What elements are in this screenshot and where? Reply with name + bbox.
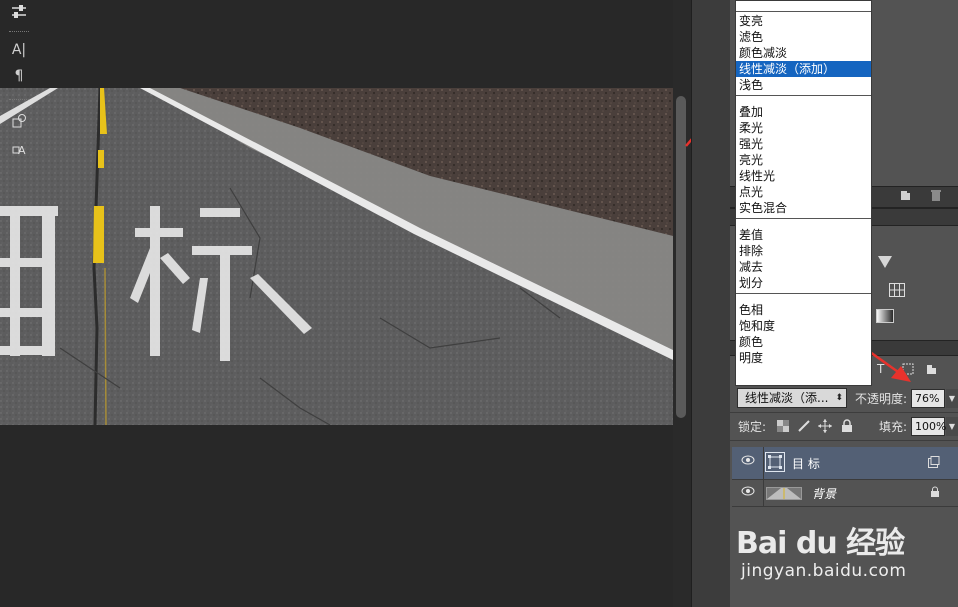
text-layer-thumbnail-icon[interactable]: [765, 452, 785, 472]
opacity-label: 不透明度:: [855, 392, 908, 406]
brush-icon[interactable]: [797, 419, 811, 436]
blend-option-screen[interactable]: 滤色: [736, 29, 871, 45]
layer-row-background[interactable]: 背景: [732, 480, 958, 507]
road-image: [0, 88, 673, 425]
smart-object-badge-icon: [928, 456, 940, 471]
blend-option-hue[interactable]: 色相: [736, 302, 871, 318]
layer-row-text[interactable]: 目 标: [732, 447, 958, 480]
opacity-dropdown-arrow-icon[interactable]: ▼: [946, 389, 958, 408]
blend-option-color[interactable]: 颜色: [736, 334, 871, 350]
blend-mode-select[interactable]: 线性减淡（添... ⬍: [737, 388, 847, 408]
divider: [730, 412, 958, 413]
blend-option-divide[interactable]: 划分: [736, 275, 871, 291]
lock-icon[interactable]: [841, 419, 853, 436]
updown-arrow-icon: ⬍: [835, 393, 843, 403]
lock-icon: [930, 486, 940, 501]
fill-dropdown-arrow-icon[interactable]: ▼: [946, 417, 958, 436]
grid-icon[interactable]: [889, 283, 905, 300]
layer-name: 背景: [812, 487, 837, 501]
blend-option-color-dodge[interactable]: 颜色减淡: [736, 45, 871, 61]
divider: [763, 480, 764, 506]
blend-option-exclusion[interactable]: 排除: [736, 243, 871, 259]
blend-option-hard-mix[interactable]: 实色混合: [736, 200, 871, 216]
blend-option-overlay[interactable]: 叠加: [736, 104, 871, 120]
blend-option-luminosity[interactable]: 明度: [736, 350, 871, 366]
gradient-icon[interactable]: [876, 309, 894, 326]
new-layer-icon[interactable]: [900, 189, 912, 201]
blend-option-linear-dodge[interactable]: 线性减淡（添加）: [736, 61, 871, 77]
divider: [763, 447, 764, 479]
fill-input[interactable]: 100%: [911, 417, 946, 436]
move-icon[interactable]: [818, 419, 832, 436]
blend-option-subtract[interactable]: 减去: [736, 259, 871, 275]
layer-name: 目 标: [792, 457, 820, 471]
blend-option-difference[interactable]: 差值: [736, 227, 871, 243]
blend-group-lighten: 变亮 滤色 颜色减淡 线性减淡（添加） 浅色: [736, 11, 871, 96]
background-thumbnail[interactable]: [766, 487, 802, 500]
blend-group-contrast: 叠加 柔光 强光 亮光 线性光 点光 实色混合: [736, 96, 871, 219]
text-style-icon[interactable]: A: [7, 138, 31, 158]
svg-text:A: A: [18, 144, 26, 156]
blend-option-linear-light[interactable]: 线性光: [736, 168, 871, 184]
blend-option-lighter-color[interactable]: 浅色: [736, 77, 871, 93]
divider: [730, 440, 958, 441]
fill-label: 填充:: [879, 420, 908, 434]
lock-label: 锁定:: [738, 420, 767, 434]
blend-option-saturation[interactable]: 饱和度: [736, 318, 871, 334]
blend-option-hard-light[interactable]: 强光: [736, 136, 871, 152]
panel-dock-strip: [691, 0, 731, 607]
blend-mode-value: 线性减淡（添...: [745, 391, 829, 405]
road-image-canvas[interactable]: [0, 88, 673, 425]
sliders-icon[interactable]: [7, 2, 31, 22]
checker-icon[interactable]: [777, 420, 789, 435]
opacity-input[interactable]: 76%: [911, 389, 945, 408]
blend-mode-dropdown-list[interactable]: 变亮 滤色 颜色减淡 线性减淡（添加） 浅色 叠加 柔光 强光 亮光 线性光 点…: [735, 0, 872, 386]
baidu-watermark-logo: Bai du 经验: [736, 526, 905, 561]
blend-group-component: 色相 饱和度 颜色 明度: [736, 294, 871, 368]
smart-object-filter-icon[interactable]: [926, 363, 938, 378]
shapes-icon[interactable]: [7, 111, 31, 131]
trash-icon[interactable]: [930, 189, 942, 201]
blend-option-lighten[interactable]: 变亮: [736, 13, 871, 29]
blend-option-soft-light[interactable]: 柔光: [736, 120, 871, 136]
dock-grip[interactable]: [9, 99, 29, 102]
blend-option-vivid-light[interactable]: 亮光: [736, 152, 871, 168]
blend-option-pin-light[interactable]: 点光: [736, 184, 871, 200]
eye-icon[interactable]: [741, 455, 755, 467]
character-icon[interactable]: A|: [7, 40, 31, 60]
dock-grip[interactable]: [9, 31, 29, 34]
blend-group-inversion: 差值 排除 减去 划分: [736, 219, 871, 294]
eye-icon[interactable]: [741, 486, 755, 498]
triangle-icon[interactable]: [877, 255, 893, 272]
baidu-watermark-url: jingyan.baidu.com: [741, 561, 907, 581]
paragraph-icon[interactable]: ¶: [7, 66, 31, 86]
